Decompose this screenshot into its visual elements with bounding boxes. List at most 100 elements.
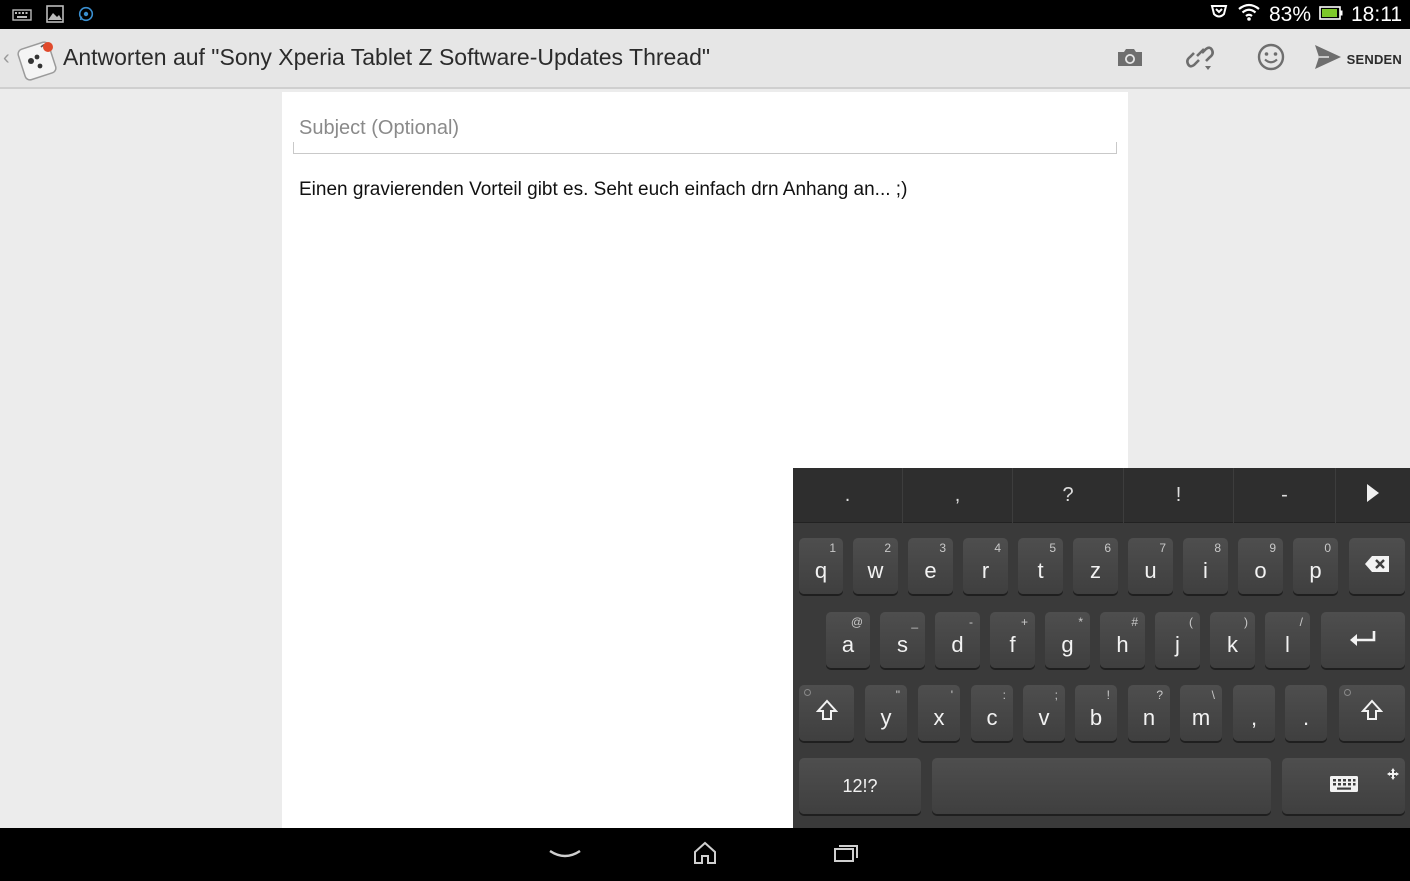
key-label: , <box>1250 705 1258 730</box>
space-key[interactable] <box>932 758 1271 814</box>
key-label: r <box>981 558 990 583</box>
key-u[interactable]: 7u <box>1128 538 1173 594</box>
key-h[interactable]: # h <box>1100 612 1145 668</box>
key-label: m <box>1191 705 1211 730</box>
back-button[interactable] <box>543 838 587 872</box>
key-comma[interactable]: , <box>1233 685 1275 741</box>
key-j[interactable]: (j <box>1155 612 1200 668</box>
key-label: . <box>1302 705 1310 730</box>
key-alt-label: @ <box>850 615 863 629</box>
key-label: d <box>951 632 964 657</box>
emoji-button[interactable] <box>1251 41 1291 77</box>
key-alt-label: 1 <box>829 541 836 555</box>
key-c[interactable]: :c <box>971 685 1013 741</box>
shift-icon <box>1360 699 1384 727</box>
recent-apps-icon <box>833 843 859 867</box>
app-logo-icon[interactable] <box>15 37 59 81</box>
key-label: u <box>1144 558 1157 583</box>
enter-key[interactable] <box>1321 612 1405 668</box>
key-q[interactable]: 1q <box>799 538 843 594</box>
backspace-key[interactable] <box>1349 538 1405 594</box>
key-alt-label: " <box>895 688 900 702</box>
suggestion-bar: . , ? ! - <box>793 468 1410 523</box>
key-g[interactable]: * g <box>1045 612 1090 668</box>
key-alt-label: 5 <box>1049 541 1056 555</box>
link-button[interactable] <box>1181 41 1221 77</box>
key-y[interactable]: " y <box>865 685 907 741</box>
key-alt-label: 2 <box>884 541 891 555</box>
key-alt-label: + <box>1020 615 1028 629</box>
navigation-bar <box>0 828 1410 881</box>
suggestion-item[interactable]: . <box>793 468 903 523</box>
shift-lock-indicator <box>1344 689 1351 696</box>
key-l[interactable]: / l <box>1265 612 1310 668</box>
key-b[interactable]: ! b <box>1075 685 1117 741</box>
system-icons: 83% 18:11 <box>1209 2 1402 28</box>
key-w[interactable]: 2w <box>853 538 898 594</box>
key-m[interactable]: \ m <box>1180 685 1222 741</box>
key-alt-label: ) <box>1244 615 1248 629</box>
suggestion-item[interactable]: ? <box>1013 468 1124 523</box>
key-alt-label: ( <box>1189 615 1193 629</box>
key-label: c <box>986 705 998 730</box>
subject-input[interactable] <box>293 104 1117 154</box>
key-p[interactable]: 0p <box>1293 538 1338 594</box>
home-icon <box>692 840 718 870</box>
key-alt-label: 3 <box>939 541 946 555</box>
key-o[interactable]: 9o <box>1238 538 1283 594</box>
clock: 18:11 <box>1351 3 1402 26</box>
send-icon <box>1313 43 1343 75</box>
key-s[interactable]: _ s <box>880 612 925 668</box>
shift-key-left[interactable] <box>799 685 854 741</box>
shift-lock-indicator <box>804 689 811 696</box>
message-body[interactable]: Einen gravierenden Vorteil gibt es. Seht… <box>299 179 907 201</box>
key-v[interactable]: ; v <box>1023 685 1065 741</box>
key-period[interactable]: . <box>1285 685 1327 741</box>
key-alt-label: 8 <box>1214 541 1221 555</box>
key-a[interactable]: @ a <box>826 612 870 668</box>
key-n[interactable]: ? n <box>1128 685 1170 741</box>
shift-icon <box>815 699 838 727</box>
key-label: x <box>933 705 945 730</box>
shift-key-right[interactable] <box>1339 685 1405 741</box>
key-x[interactable]: ' x <box>918 685 960 741</box>
keyboard-icon <box>12 7 32 26</box>
key-label: p <box>1309 558 1322 583</box>
notification-icons <box>12 5 94 27</box>
key-z[interactable]: 6z <box>1073 538 1118 594</box>
key-label: w <box>867 558 884 583</box>
keyboard-options-key[interactable] <box>1282 758 1405 814</box>
key-r[interactable]: 4r <box>963 538 1008 594</box>
key-e[interactable]: 3e <box>908 538 953 594</box>
send-button[interactable]: SENDEN <box>1313 43 1402 75</box>
key-i[interactable]: 8i <box>1183 538 1228 594</box>
suggestion-item[interactable]: ! <box>1124 468 1234 523</box>
key-d[interactable]: -d <box>935 612 980 668</box>
link-icon <box>1185 42 1217 76</box>
enter-icon <box>1349 627 1377 653</box>
camera-button[interactable] <box>1110 41 1150 77</box>
key-label: h <box>1116 632 1129 657</box>
page-title: Antworten auf "Sony Xperia Tablet Z Soft… <box>63 44 711 70</box>
transfer-icon <box>1209 2 1229 28</box>
key-alt-label: ; <box>1054 688 1058 702</box>
key-alt-label: 0 <box>1324 541 1331 555</box>
key-k[interactable]: ) k <box>1210 612 1255 668</box>
backspace-icon <box>1364 553 1390 579</box>
key-label: o <box>1254 558 1267 583</box>
suggestion-expand-button[interactable] <box>1336 468 1410 523</box>
camera-icon <box>1115 45 1145 73</box>
key-label: f <box>1009 632 1016 657</box>
status-bar: 83% 18:11 <box>0 0 1410 29</box>
symbols-key-label: 12!? <box>842 775 878 796</box>
key-label: v <box>1038 705 1050 730</box>
suggestion-item[interactable]: , <box>903 468 1013 523</box>
home-button[interactable] <box>683 838 727 872</box>
key-t[interactable]: 5t <box>1018 538 1063 594</box>
up-chevron-icon[interactable]: ‹ <box>3 47 10 70</box>
symbols-key[interactable]: 12!? <box>799 758 921 814</box>
key-label: y <box>880 705 892 730</box>
key-f[interactable]: + f <box>990 612 1035 668</box>
suggestion-item[interactable]: - <box>1234 468 1336 523</box>
recent-apps-button[interactable] <box>824 838 868 872</box>
